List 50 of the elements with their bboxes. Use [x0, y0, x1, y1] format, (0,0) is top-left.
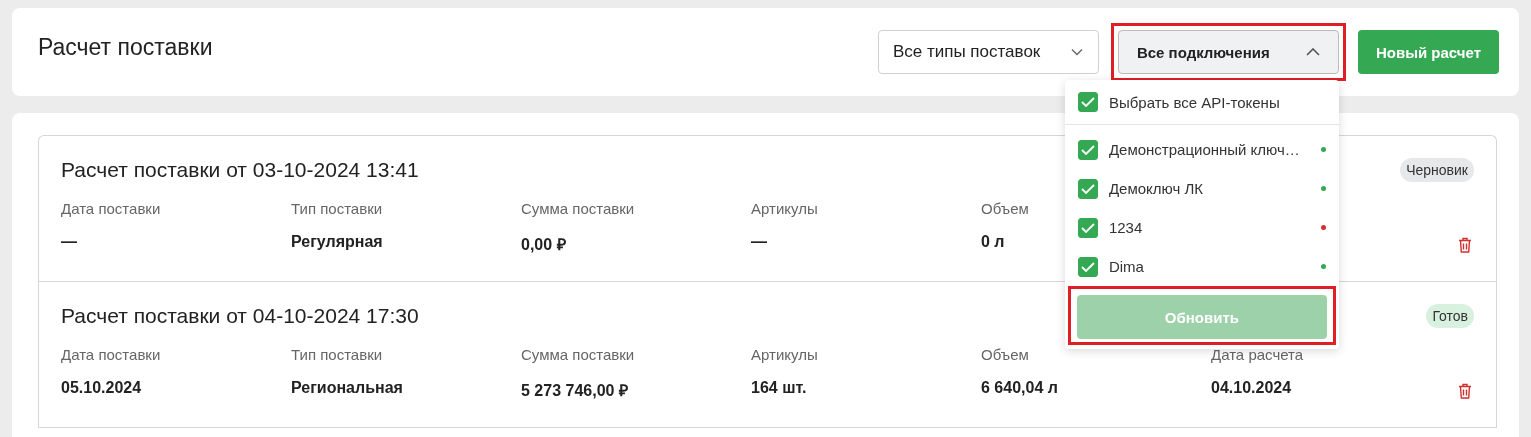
- field-value: 5 273 746,00 ₽: [521, 381, 629, 401]
- field-label: Дата поставки: [61, 200, 162, 217]
- chevron-up-icon: [1305, 48, 1320, 56]
- field-value: 0 л: [981, 233, 1006, 251]
- calculation-title[interactable]: Расчет поставки от 03-10-2024 13:41: [61, 158, 419, 182]
- checkmark-icon: [1080, 183, 1095, 194]
- field-value: 05.10.2024: [61, 379, 143, 397]
- delete-button[interactable]: [1456, 235, 1474, 255]
- calculation-title[interactable]: Расчет поставки от 04-10-2024 17:30: [61, 304, 419, 328]
- field-value: —: [61, 233, 78, 251]
- delete-button[interactable]: [1456, 381, 1474, 401]
- field-label: Сумма поставки: [521, 346, 636, 363]
- checkmark-icon: [1080, 144, 1095, 155]
- field-label: Объем: [981, 346, 1030, 363]
- field-label: Тип поставки: [291, 346, 384, 363]
- field-label: Объем: [981, 200, 1030, 217]
- checkbox[interactable]: [1077, 256, 1098, 277]
- trash-icon: [1458, 383, 1472, 399]
- checkbox[interactable]: [1077, 92, 1098, 112]
- field-value: 164 шт.: [751, 379, 808, 397]
- status-badge: Черновик: [1400, 158, 1474, 182]
- connection-option[interactable]: Dima: [1064, 247, 1339, 286]
- field-value: 0,00 ₽: [521, 235, 567, 255]
- trash-icon: [1458, 237, 1472, 253]
- field-value: 6 640,04 л: [981, 379, 1059, 397]
- checkmark-icon: [1080, 97, 1095, 107]
- page-title: Расчет поставки: [38, 33, 213, 61]
- field-value: Регулярная: [291, 233, 384, 251]
- connection-option[interactable]: Демонстрационный ключ…: [1064, 130, 1339, 169]
- field-label: Сумма поставки: [521, 200, 636, 217]
- checkbox[interactable]: [1077, 217, 1098, 238]
- field-label: Артикулы: [751, 346, 819, 363]
- connection-option[interactable]: 1234: [1064, 208, 1339, 247]
- status-badge: Готов: [1426, 304, 1474, 328]
- checkbox[interactable]: [1077, 178, 1098, 199]
- field-value: 04.10.2024: [1211, 379, 1293, 397]
- supply-type-dropdown[interactable]: Все типы поставок: [877, 30, 1099, 74]
- connections-dropdown[interactable]: Все подключения: [1117, 30, 1339, 74]
- checkbox[interactable]: [1077, 139, 1098, 160]
- field-label: Артикулы: [751, 200, 819, 217]
- select-all-option[interactable]: Выбрать все API-токены: [1064, 80, 1339, 124]
- field-label: Дата расчета: [1211, 346, 1305, 363]
- checkmark-icon: [1080, 261, 1095, 272]
- field-value: Региональная: [291, 379, 404, 397]
- field-label: Дата поставки: [61, 346, 162, 363]
- field-label: Тип поставки: [291, 200, 384, 217]
- connection-option[interactable]: Демоключ ЛК: [1064, 169, 1339, 208]
- checkmark-icon: [1080, 222, 1095, 233]
- chevron-down-icon: [1069, 48, 1084, 56]
- field-value: —: [751, 233, 768, 251]
